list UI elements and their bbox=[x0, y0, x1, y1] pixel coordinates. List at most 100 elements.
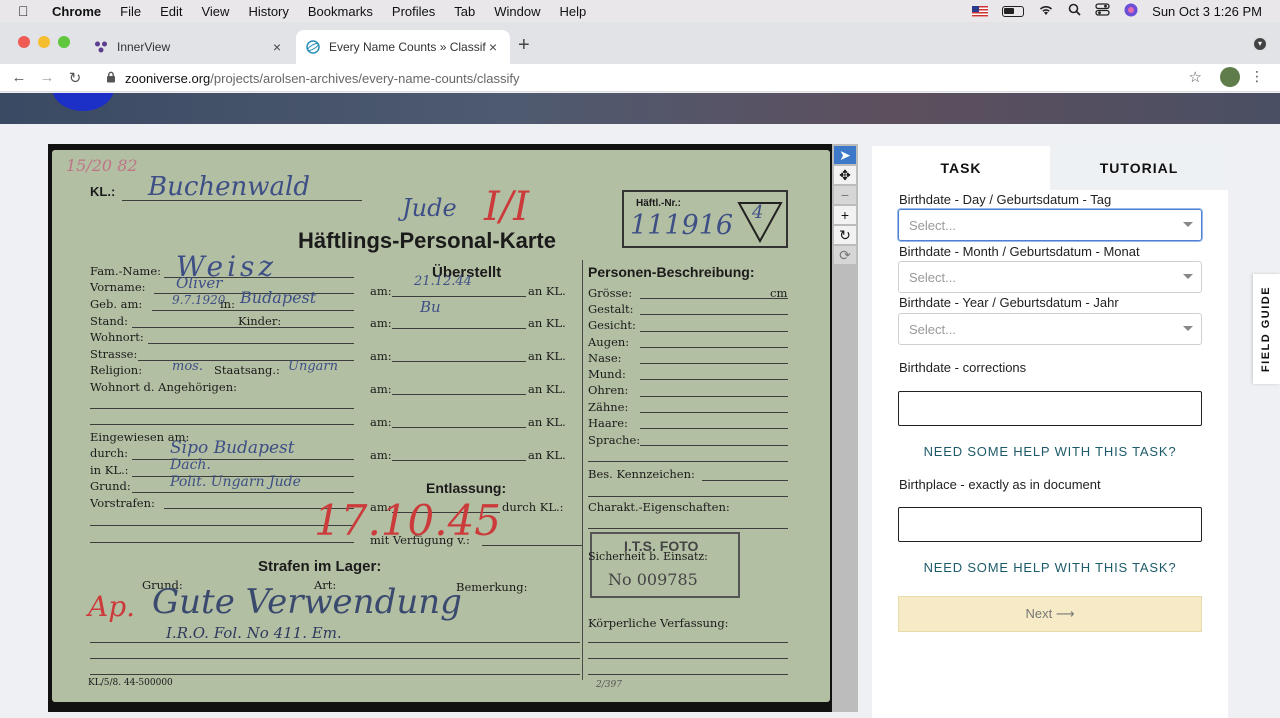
field-guide-label: FIELD GUIDE bbox=[1260, 285, 1273, 373]
card-triangle-mark: 4 bbox=[752, 202, 764, 223]
spotlight-search-icon[interactable] bbox=[1068, 3, 1081, 19]
card-charakt: Charakt.-Eigenschaften: bbox=[588, 500, 730, 514]
viewer-toolbar: ➤ ✥ − + ↻ ⟳ bbox=[832, 144, 858, 712]
pointer-tool-icon[interactable]: ➤ bbox=[834, 146, 856, 164]
card-jude: Jude bbox=[402, 194, 457, 222]
zoom-in-icon[interactable]: + bbox=[834, 206, 856, 224]
menu-view[interactable]: View bbox=[201, 4, 229, 19]
zooniverse-favicon-icon bbox=[306, 40, 320, 54]
reset-view-icon[interactable]: ⟳ bbox=[834, 246, 856, 264]
card-inkl-label: in KL.: bbox=[90, 463, 129, 477]
card-durch-kl-label: durch KL.: bbox=[502, 500, 564, 514]
next-button[interactable]: Next ⟶ bbox=[898, 596, 1202, 632]
move-tool-icon[interactable]: ✥ bbox=[834, 166, 856, 184]
zoom-out-icon[interactable]: − bbox=[834, 186, 856, 204]
card-staatsang-label: Staatsang.: bbox=[214, 363, 280, 377]
tab-tutorial[interactable]: TUTORIAL bbox=[1050, 146, 1228, 190]
card-vorname-value: Oliver bbox=[176, 274, 223, 292]
field-guide-tab[interactable]: FIELD GUIDE bbox=[1253, 274, 1280, 384]
maximize-window-button[interactable] bbox=[58, 36, 70, 48]
control-center-icon[interactable] bbox=[1095, 3, 1110, 19]
back-button[interactable]: ← bbox=[5, 69, 33, 86]
tab-search-chevron-icon[interactable]: ▾ bbox=[1254, 38, 1266, 50]
card-grund-label: Grund: bbox=[90, 479, 131, 493]
card-stand-label: Stand: bbox=[90, 314, 128, 328]
menu-file[interactable]: File bbox=[120, 4, 141, 19]
subject-viewer[interactable]: 15/20 82 KL.: Buchenwald Jude I/I Häftl.… bbox=[48, 144, 858, 712]
chevron-down-icon bbox=[1183, 326, 1193, 331]
menu-window[interactable]: Window bbox=[494, 4, 540, 19]
menubar-clock[interactable]: Sun Oct 3 1:26 PM bbox=[1152, 4, 1262, 19]
tab-innerview[interactable]: InnerView × bbox=[84, 30, 294, 64]
card-inkl-value: Dach. bbox=[170, 457, 211, 473]
year-label: Birthdate - Year / Geburtsdatum - Jahr bbox=[899, 295, 1119, 310]
birthplace-textarea[interactable] bbox=[898, 507, 1202, 542]
bookmark-star-icon[interactable]: ☆ bbox=[1189, 68, 1202, 86]
lock-icon[interactable] bbox=[106, 71, 116, 86]
macos-menubar:  Chrome File Edit View History Bookmark… bbox=[0, 0, 1280, 22]
card-in-value: Budapest bbox=[240, 288, 317, 307]
new-tab-button[interactable]: + bbox=[518, 34, 530, 57]
tab-every-name-counts[interactable]: Every Name Counts » Classify × bbox=[296, 30, 510, 64]
task-panel: TASK TUTORIAL Birthdate - Day / Geburtsd… bbox=[872, 146, 1228, 718]
siri-icon[interactable] bbox=[1124, 3, 1138, 20]
tab-close-icon[interactable]: × bbox=[270, 39, 284, 55]
wifi-icon[interactable] bbox=[1038, 4, 1054, 19]
card-haare: Haare: bbox=[588, 416, 628, 430]
corrections-label: Birthdate - corrections bbox=[899, 360, 1027, 375]
card-red-mark: I/I bbox=[484, 184, 530, 230]
task-tabs: TASK TUTORIAL bbox=[872, 146, 1228, 190]
close-window-button[interactable] bbox=[18, 36, 30, 48]
reload-button[interactable]: ↻ bbox=[61, 69, 89, 87]
card-sprache: Sprache: bbox=[588, 433, 641, 447]
project-header-banner bbox=[0, 93, 1280, 124]
address-bar[interactable]: zooniverse.org/projects/arolsen-archives… bbox=[98, 66, 1204, 90]
tab-close-icon[interactable]: × bbox=[486, 39, 500, 55]
day-select[interactable]: Select... bbox=[898, 209, 1202, 241]
tab-task[interactable]: TASK bbox=[872, 146, 1050, 190]
card-personen: Personen-Beschreibung: bbox=[588, 264, 755, 280]
menu-app-chrome[interactable]: Chrome bbox=[52, 4, 101, 19]
corrections-textarea[interactable] bbox=[898, 391, 1202, 426]
help-link-birthplace[interactable]: NEED SOME HELP WITH THIS TASK? bbox=[898, 560, 1202, 575]
card-iro: I.R.O. Fol. No 411. Em. bbox=[166, 624, 342, 642]
window-controls bbox=[18, 36, 70, 48]
input-source-flag-icon[interactable] bbox=[972, 5, 989, 17]
card-vorname-label: Vorname: bbox=[90, 280, 146, 294]
card-uberstellt-date: 21.12.44 bbox=[414, 274, 472, 289]
chevron-down-icon bbox=[1183, 274, 1193, 279]
card-wohnort-label: Wohnort: bbox=[90, 330, 144, 344]
card-kinder-label: Kinder: bbox=[238, 314, 282, 328]
menu-tab[interactable]: Tab bbox=[454, 4, 475, 19]
month-label: Birthdate - Month / Geburtsdatum - Monat bbox=[899, 244, 1140, 259]
menu-edit[interactable]: Edit bbox=[160, 4, 182, 19]
card-religion-value: mos. bbox=[172, 359, 203, 374]
battery-icon[interactable] bbox=[1002, 5, 1025, 17]
menu-profiles[interactable]: Profiles bbox=[392, 4, 435, 19]
card-am-label: am: bbox=[370, 284, 392, 298]
card-religion-label: Religion: bbox=[90, 363, 143, 377]
help-link-birthdate[interactable]: NEED SOME HELP WITH THIS TASK? bbox=[898, 444, 1202, 459]
forward-button[interactable]: → bbox=[33, 69, 61, 86]
month-select[interactable]: Select... bbox=[898, 261, 1202, 293]
year-select[interactable]: Select... bbox=[898, 313, 1202, 345]
minimize-window-button[interactable] bbox=[38, 36, 50, 48]
month-select-placeholder: Select... bbox=[909, 269, 956, 285]
apple-menu-icon[interactable]:  bbox=[18, 3, 34, 19]
tab-title: Every Name Counts » Classify bbox=[329, 40, 486, 54]
menu-bookmarks[interactable]: Bookmarks bbox=[308, 4, 373, 19]
rotate-icon[interactable]: ↻ bbox=[834, 226, 856, 244]
menu-help[interactable]: Help bbox=[560, 4, 587, 19]
chrome-menu-icon[interactable]: ⋮ bbox=[1250, 68, 1264, 85]
profile-avatar[interactable] bbox=[1220, 67, 1240, 87]
card-nase: Nase: bbox=[588, 351, 622, 365]
card-gebam-label: Geb. am: bbox=[90, 297, 143, 311]
card-kl-value: Buchenwald bbox=[148, 172, 311, 202]
card-top-numbers: 15/20 82 bbox=[66, 156, 138, 175]
innerview-favicon-icon bbox=[94, 40, 108, 54]
card-strafen: Strafen im Lager: bbox=[258, 558, 382, 575]
project-logo[interactable] bbox=[52, 93, 114, 111]
card-an-kl-label: an KL. bbox=[528, 284, 566, 298]
url-host: zooniverse.org bbox=[125, 70, 211, 86]
menu-history[interactable]: History bbox=[248, 4, 288, 19]
